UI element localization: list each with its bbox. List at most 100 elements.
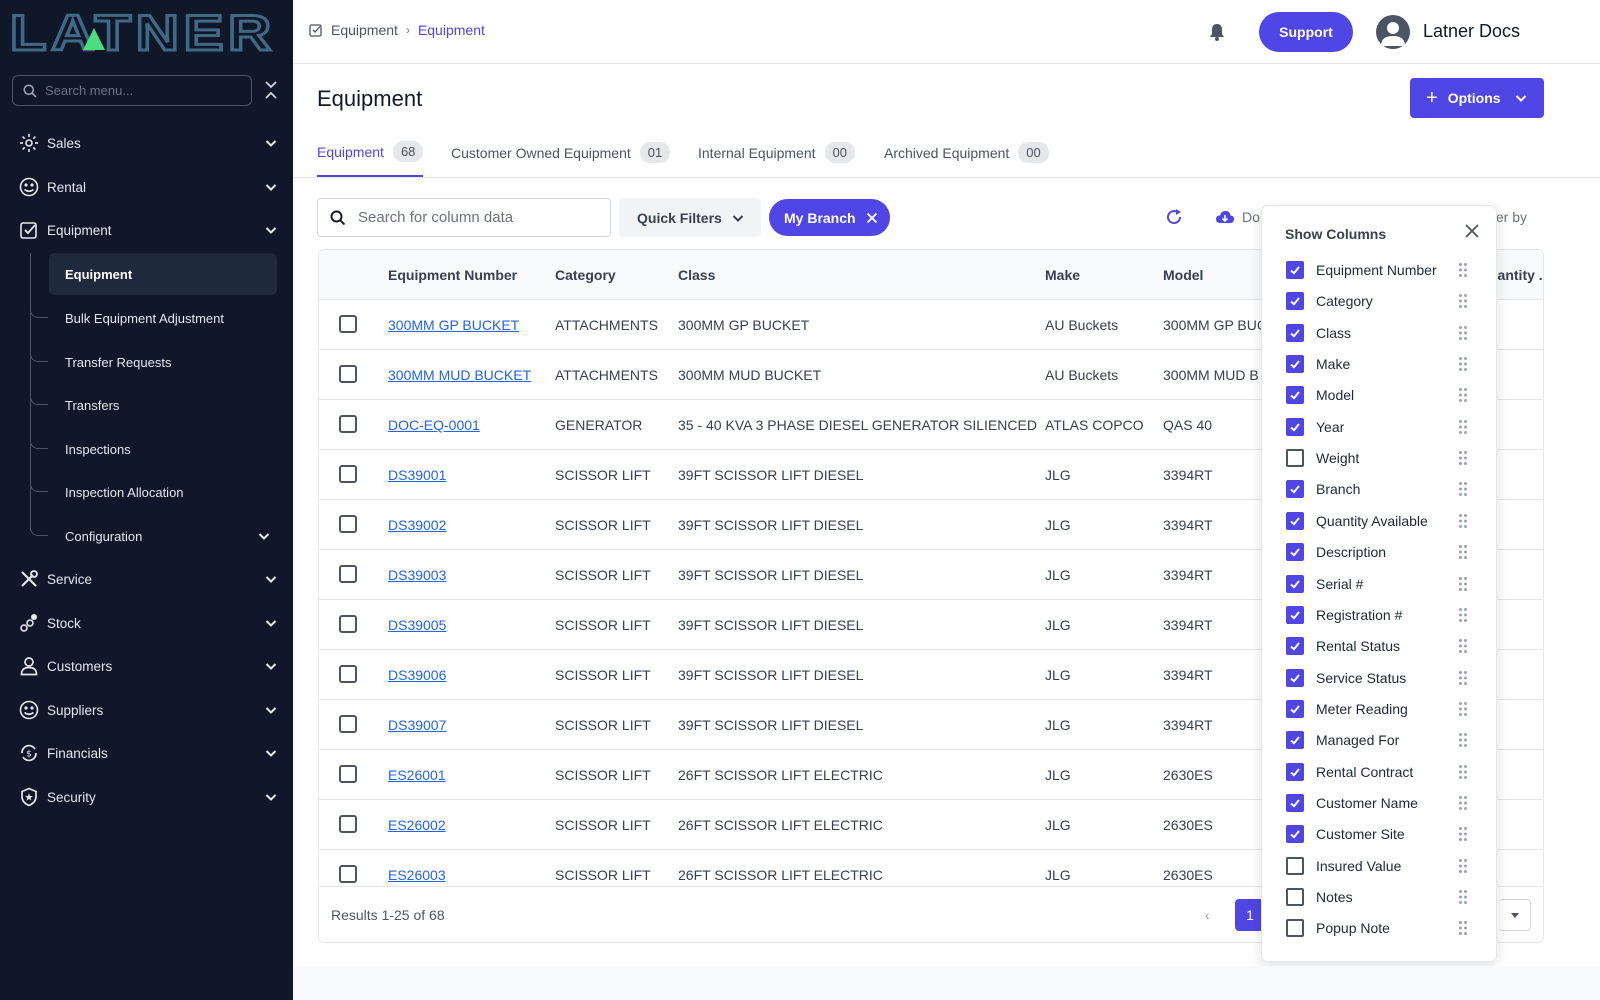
checkbox-checked[interactable] (1286, 637, 1304, 656)
breadcrumb-current[interactable]: Equipment (418, 22, 485, 38)
cloud-download-icon[interactable] (1215, 207, 1235, 227)
tab-equipment[interactable]: Equipment 68 (317, 128, 424, 177)
sidebar-subitem-inspections[interactable]: Inspections (30, 428, 277, 470)
sidebar-item-stock[interactable]: Stock (0, 603, 293, 643)
checkbox-checked[interactable] (1286, 605, 1304, 624)
bell-icon[interactable] (1207, 22, 1227, 42)
menu-search[interactable] (12, 75, 252, 106)
column-toggle[interactable]: Rental Contract (1286, 760, 1486, 784)
drag-handle-icon[interactable] (1458, 262, 1468, 278)
row-checkbox[interactable] (339, 365, 357, 383)
checkbox-checked[interactable] (1286, 543, 1304, 562)
column-toggle[interactable]: Customer Name (1286, 791, 1486, 815)
drag-handle-icon[interactable] (1458, 764, 1468, 780)
column-toggle[interactable]: Notes (1286, 885, 1486, 909)
options-button[interactable]: + Options (1410, 78, 1544, 118)
column-toggle[interactable]: Class (1286, 321, 1486, 345)
column-header-quantity[interactable]: uantity . (1489, 267, 1543, 283)
column-toggle[interactable]: Popup Note (1286, 916, 1486, 940)
sidebar-subitem-configuration[interactable]: Configuration (30, 515, 277, 557)
column-toggle[interactable]: Model (1286, 383, 1486, 407)
column-toggle[interactable]: Registration # (1286, 603, 1486, 627)
column-header-class[interactable]: Class (678, 267, 715, 283)
drag-handle-icon[interactable] (1458, 858, 1468, 874)
collapse-icon[interactable] (264, 80, 278, 100)
checkbox-unchecked[interactable] (1286, 856, 1304, 875)
checkbox-checked[interactable] (1286, 355, 1304, 374)
checkbox-checked[interactable] (1286, 825, 1304, 844)
drag-handle-icon[interactable] (1458, 732, 1468, 748)
tab-customer-owned-equipment[interactable]: Customer Owned Equipment 01 (451, 128, 671, 177)
latner-logo[interactable]: LATNER (10, 10, 280, 54)
row-checkbox[interactable] (339, 715, 357, 733)
checkbox-unchecked[interactable] (1286, 449, 1304, 468)
checkbox-unchecked[interactable] (1286, 919, 1304, 938)
drag-handle-icon[interactable] (1458, 356, 1468, 372)
checkbox-checked[interactable] (1286, 762, 1304, 781)
sidebar-subitem-equipment[interactable]: Equipment (49, 253, 277, 295)
equipment-number-link[interactable]: ES26002 (388, 817, 446, 833)
drag-handle-icon[interactable] (1458, 293, 1468, 309)
row-checkbox[interactable] (339, 465, 357, 483)
drag-handle-icon[interactable] (1458, 607, 1468, 623)
equipment-number-link[interactable]: DS39005 (388, 617, 446, 633)
row-checkbox[interactable] (339, 865, 357, 883)
drag-handle-icon[interactable] (1458, 701, 1468, 717)
drag-handle-icon[interactable] (1458, 481, 1468, 497)
row-checkbox[interactable] (339, 615, 357, 633)
row-checkbox[interactable] (339, 665, 357, 683)
checkbox-checked[interactable] (1286, 668, 1304, 687)
equipment-number-link[interactable]: DS39007 (388, 717, 446, 733)
row-checkbox[interactable] (339, 565, 357, 583)
drag-handle-icon[interactable] (1458, 419, 1468, 435)
drag-handle-icon[interactable] (1458, 920, 1468, 936)
column-toggle[interactable]: Managed For (1286, 728, 1486, 752)
menu-search-input[interactable] (45, 83, 235, 98)
column-header-model[interactable]: Model (1163, 267, 1203, 283)
column-toggle[interactable]: Customer Site (1286, 822, 1486, 846)
checkbox-checked[interactable] (1286, 731, 1304, 750)
table-search[interactable] (317, 198, 611, 237)
table-search-input[interactable] (358, 209, 598, 226)
chevron-left-icon[interactable]: ‹ (1205, 907, 1210, 923)
close-icon[interactable] (866, 212, 878, 224)
column-header-category[interactable]: Category (555, 267, 616, 283)
drag-handle-icon[interactable] (1458, 450, 1468, 466)
equipment-number-link[interactable]: DS39006 (388, 667, 446, 683)
drag-handle-icon[interactable] (1458, 576, 1468, 592)
user-name[interactable]: Latner Docs (1423, 21, 1520, 42)
support-button[interactable]: Support (1259, 12, 1353, 52)
column-toggle[interactable]: Make (1286, 352, 1486, 376)
sidebar-item-suppliers[interactable]: Suppliers (0, 690, 293, 730)
row-checkbox[interactable] (339, 315, 357, 333)
column-toggle[interactable]: Weight (1286, 446, 1486, 470)
close-icon[interactable] (1464, 223, 1480, 239)
row-checkbox[interactable] (339, 415, 357, 433)
column-toggle[interactable]: Year (1286, 415, 1486, 439)
equipment-number-link[interactable]: 300MM MUD BUCKET (388, 367, 531, 383)
refresh-icon[interactable] (1164, 207, 1184, 227)
checkbox-checked[interactable] (1286, 699, 1304, 718)
row-checkbox[interactable] (339, 765, 357, 783)
equipment-number-link[interactable]: DS39003 (388, 567, 446, 583)
sidebar-item-service[interactable]: Service (0, 559, 293, 599)
drag-handle-icon[interactable] (1458, 889, 1468, 905)
sidebar-item-financials[interactable]: $ Financials (0, 733, 293, 773)
sidebar-item-customers[interactable]: Customers (0, 646, 293, 686)
column-toggle[interactable]: Insured Value (1286, 854, 1486, 878)
checkbox-checked[interactable] (1286, 292, 1304, 311)
column-toggle[interactable]: Serial # (1286, 572, 1486, 596)
drag-handle-icon[interactable] (1458, 325, 1468, 341)
checkbox-checked[interactable] (1286, 511, 1304, 530)
sidebar-item-security[interactable]: Security (0, 777, 293, 817)
equipment-number-link[interactable]: 300MM GP BUCKET (388, 317, 519, 333)
column-header-make[interactable]: Make (1045, 267, 1080, 283)
drag-handle-icon[interactable] (1458, 670, 1468, 686)
column-toggle[interactable]: Branch (1286, 477, 1486, 501)
filter-by-label[interactable]: ter by (1492, 209, 1527, 225)
equipment-number-link[interactable]: DS39002 (388, 517, 446, 533)
tab-internal-equipment[interactable]: Internal Equipment 00 (698, 128, 855, 177)
drag-handle-icon[interactable] (1458, 795, 1468, 811)
column-toggle[interactable]: Quantity Available (1286, 509, 1486, 533)
sidebar-subitem-bulk-adjustment[interactable]: Bulk Equipment Adjustment (30, 297, 277, 339)
